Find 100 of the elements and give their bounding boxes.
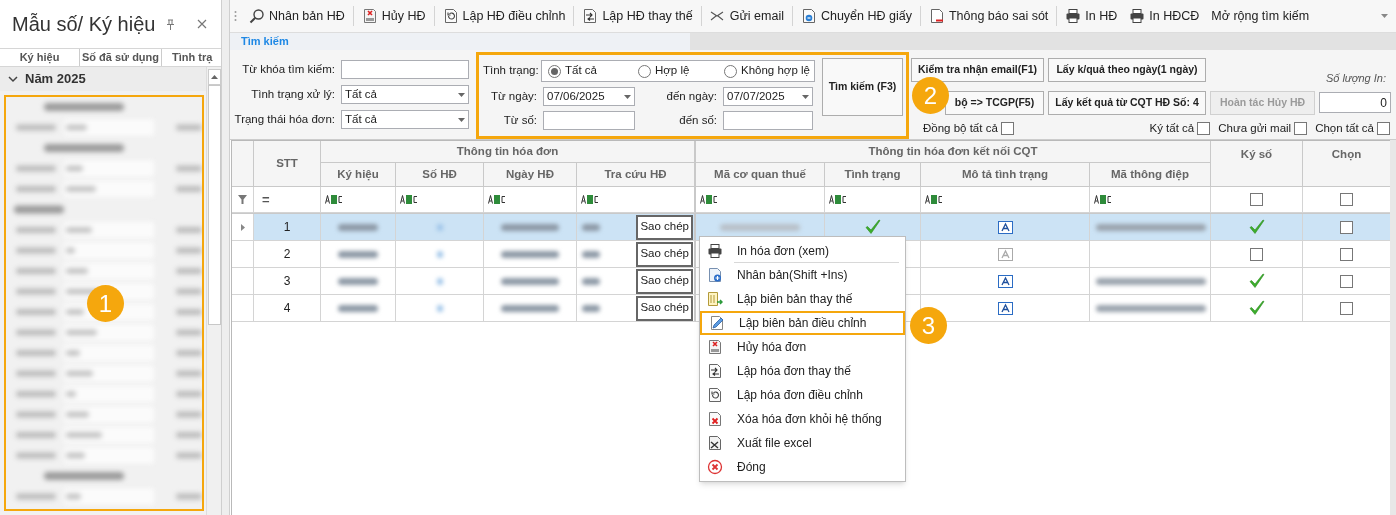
toolbar-button[interactable]: In HĐCĐ: [1123, 3, 1206, 29]
column-header[interactable]: Ngày HĐ: [484, 163, 577, 187]
printer-icon: [1129, 8, 1146, 24]
scrollbar[interactable]: [206, 67, 221, 515]
copy-button[interactable]: Sao chép: [636, 295, 693, 321]
column-header[interactable]: Mô tả tình trạng: [921, 163, 1090, 187]
action-button[interactable]: Kiểm tra nhận email(F1): [911, 58, 1044, 82]
column-header[interactable]: Tra cứu HĐ: [577, 163, 696, 187]
checkbox-label: Đồng bộ tất cả: [923, 120, 998, 136]
dropdown-arrow-icon: [458, 117, 465, 122]
input-field[interactable]: [341, 60, 469, 79]
column-header[interactable]: Mã cơ quan thuế: [696, 163, 825, 187]
toolbar-button[interactable]: Lập HĐ điều chỉnh: [436, 3, 572, 29]
document-icon: [800, 8, 817, 24]
radio-button[interactable]: [548, 64, 561, 78]
radio-option[interactable]: Tất cả: [542, 62, 632, 80]
blurred-text: [436, 304, 443, 312]
action-button[interactable]: Lấy kết quả từ CQT HĐ Số: 4: [1048, 90, 1206, 115]
column-header[interactable]: Ký hiệu: [0, 49, 80, 66]
menu-item[interactable]: Lập hóa đơn điều chỉnh: [700, 383, 905, 407]
close-icon[interactable]: [197, 19, 207, 29]
table-row[interactable]: 1 Sao chép: [232, 214, 1390, 241]
checkbox[interactable]: [1000, 121, 1014, 135]
text-filter-icon: [829, 195, 847, 204]
action-button: Hoàn tác Hủy HĐ: [1210, 90, 1315, 115]
table-cell: 1: [254, 214, 321, 241]
dropdown[interactable]: Tất cả: [341, 110, 469, 129]
dropdown-arrow-icon[interactable]: [1381, 14, 1388, 18]
dropdown[interactable]: 07/07/2025: [723, 87, 813, 106]
menu-item[interactable]: Xóa hóa đơn khỏi hệ thống: [700, 407, 905, 431]
checkbox[interactable]: [1340, 193, 1353, 206]
field-label: Trạng thái hóa đơn:: [233, 111, 335, 127]
toolbar-button[interactable]: Hủy HĐ: [355, 3, 432, 29]
menu-item[interactable]: In hóa đơn (xem): [700, 239, 905, 263]
document-add-icon: [707, 267, 723, 283]
scroll-thumb[interactable]: [207, 85, 221, 325]
toolbar-button[interactable]: Thông báo sai sót: [922, 3, 1055, 29]
toolbar-button[interactable]: Lập HĐ thay thế: [576, 3, 699, 29]
menu-item[interactable]: Xuất file excel: [700, 431, 905, 455]
blurred-text: [338, 223, 378, 231]
input-field[interactable]: [723, 111, 813, 130]
toolbar-button[interactable]: Chuyển HĐ giấy: [794, 3, 918, 29]
menu-item[interactable]: Đóng: [700, 455, 905, 479]
text-filter-icon: [581, 195, 599, 204]
toolbar-button[interactable]: Mở rộng tìm kiếm: [1205, 3, 1316, 29]
document-undo-icon: [707, 387, 723, 403]
grip-icon[interactable]: [234, 10, 237, 22]
radio-button[interactable]: [638, 64, 651, 78]
menu-item[interactable]: Lập biên bản điều chỉnh: [700, 311, 905, 335]
group-row[interactable]: Năm 2025: [0, 67, 206, 91]
dropdown[interactable]: Tất cả: [341, 85, 469, 104]
document-undo-icon: [442, 8, 459, 24]
filter-icon[interactable]: [238, 195, 247, 204]
column-header[interactable]: STT: [254, 141, 321, 187]
radio-option[interactable]: Không hợp lệ: [718, 62, 814, 80]
dropdown[interactable]: 07/06/2025: [543, 87, 635, 106]
checkbox[interactable]: [1250, 193, 1263, 206]
blurred-text: [436, 277, 443, 285]
input-field[interactable]: 0: [1319, 92, 1391, 113]
menu-item[interactable]: Lập hóa đơn thay thế: [700, 359, 905, 383]
filter-cell[interactable]: [232, 187, 254, 213]
checkbox[interactable]: [1294, 121, 1308, 135]
checkbox[interactable]: [1250, 247, 1263, 261]
menu-item[interactable]: Hủy hóa đơn: [700, 335, 905, 359]
checkbox-label: Chưa gửi mail: [1218, 120, 1292, 136]
column-header[interactable]: Số đã sử dụng: [80, 49, 162, 66]
checkbox[interactable]: [1340, 301, 1353, 315]
copy-button[interactable]: Sao chép: [636, 214, 693, 240]
column-header[interactable]: Tình trạng: [825, 163, 921, 187]
toolbar-button[interactable]: Nhân bản HĐ: [243, 3, 351, 29]
column-header[interactable]: Tình trạ: [162, 49, 221, 66]
table-cell: 3: [254, 268, 321, 295]
column-header[interactable]: Mã thông điệp: [1090, 163, 1211, 187]
column-header[interactable]: Ký số: [1211, 141, 1303, 187]
action-button[interactable]: Lấy k/quả theo ngày(1 ngày): [1048, 58, 1206, 82]
menu-item[interactable]: Lập biên bản thay thế: [700, 287, 905, 311]
radio-button[interactable]: [724, 64, 737, 78]
blurred-text: [582, 277, 600, 285]
toolbar-button[interactable]: Gửi email: [703, 3, 790, 29]
radio-option[interactable]: Hợp lệ: [632, 62, 718, 80]
column-header[interactable]: Số HĐ: [396, 163, 484, 187]
filter-operator[interactable]: =: [262, 189, 270, 210]
copy-button[interactable]: Sao chép: [636, 241, 693, 267]
search-button[interactable]: Tìm kiếm (F3): [822, 58, 903, 116]
copy-button[interactable]: Sao chép: [636, 268, 693, 294]
column-header[interactable]: Chọn: [1303, 141, 1391, 187]
blurred-text: [582, 250, 600, 258]
text-filter-icon: [488, 195, 506, 204]
input-field[interactable]: [543, 111, 635, 130]
column-header[interactable]: Ký hiệu: [321, 163, 396, 187]
checkbox[interactable]: [1340, 220, 1353, 234]
checkbox[interactable]: [1340, 247, 1353, 261]
checkbox[interactable]: [1197, 121, 1211, 135]
checkbox[interactable]: [1340, 274, 1353, 288]
checkbox-label: Ký tất cả: [1149, 120, 1195, 136]
pin-icon[interactable]: [166, 18, 175, 30]
checkbox[interactable]: [1377, 121, 1390, 135]
toolbar-button[interactable]: In HĐ: [1059, 3, 1124, 29]
action-button[interactable]: bộ => TCGP(F5): [945, 90, 1044, 115]
table-cell: 4: [254, 295, 321, 322]
